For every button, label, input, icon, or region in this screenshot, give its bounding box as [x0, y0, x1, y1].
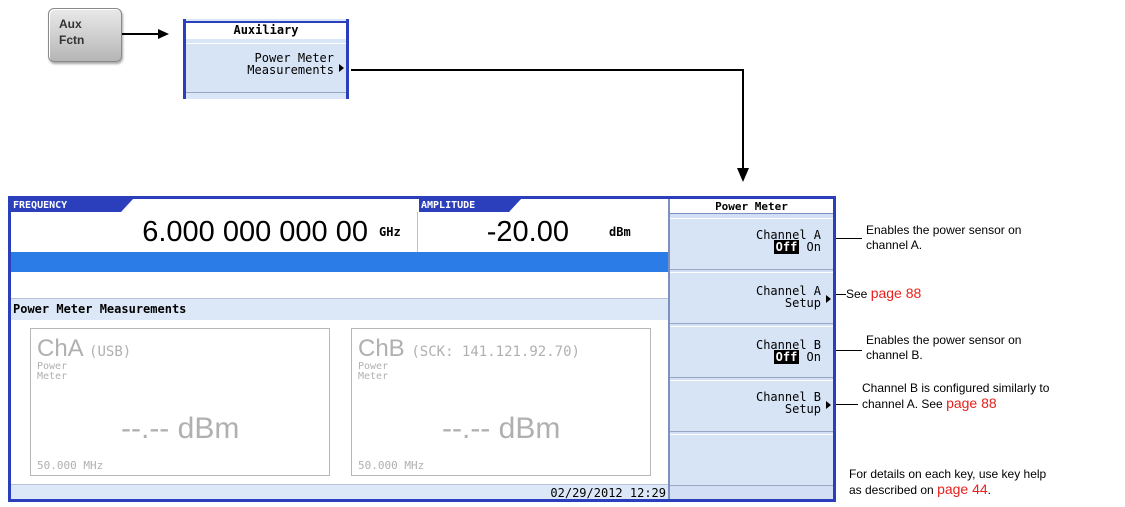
channel-b-connection: (SCK: 141.121.92.70) — [411, 344, 580, 360]
page-88-link[interactable]: page 88 — [871, 285, 922, 301]
frequency-label: FREQUENCY — [11, 199, 133, 212]
auxiliary-menu-title: Auxiliary — [186, 21, 346, 39]
instrument-screen: FREQUENCY AMPLITUDE 6.000 000 000 00 GHz… — [8, 196, 836, 502]
section-title: Power Meter Measurements — [11, 298, 668, 320]
note-text: channel A. See — [862, 397, 947, 411]
connector-line — [836, 350, 862, 351]
on-state: On — [806, 350, 821, 364]
amplitude-label: AMPLITUDE — [419, 199, 521, 212]
amplitude-unit: dBm — [609, 225, 631, 239]
divider — [417, 212, 418, 252]
connector-line — [742, 69, 744, 169]
note-text: . — [987, 483, 992, 497]
softkey-label-line2: Measurements — [247, 63, 334, 77]
note-line: channel B. — [866, 348, 923, 362]
channel-b-toggle-softkey[interactable]: Channel B Off On — [670, 326, 833, 378]
note-channel-a-setup: See page 88 — [846, 286, 921, 302]
channel-b-panel: ChB (SCK: 141.121.92.70) Power Meter --.… — [351, 328, 651, 476]
note-text: as described on — [849, 483, 938, 497]
note-line-2: channel A. See page 88 — [862, 396, 1049, 412]
note-channel-b: Enables the power sensor on channel B. — [866, 333, 1021, 363]
channel-b-heading: ChB (SCK: 141.121.92.70) — [358, 335, 580, 363]
frequency-unit: GHz — [379, 225, 401, 239]
note-channel-a: Enables the power sensor on channel A. — [866, 223, 1021, 253]
note-line: Enables the power sensor on — [866, 223, 1022, 237]
on-state: On — [806, 240, 821, 254]
channel-a-type: Power Meter — [37, 362, 67, 382]
channel-b-type-line2: Meter — [358, 371, 389, 382]
connector-line — [836, 404, 858, 405]
channel-a-frequency: 50.000 MHz — [37, 459, 104, 472]
submenu-arrow-icon — [339, 64, 344, 72]
annunciator-bar — [11, 252, 668, 272]
note-line: channel A. — [866, 238, 923, 252]
submenu-arrow-icon — [826, 295, 831, 303]
note-line-2: as described on page 44. — [849, 482, 1046, 498]
channel-a-name: ChA — [37, 335, 83, 362]
softkey-label: Setup — [784, 402, 821, 416]
off-state: Off — [773, 350, 800, 364]
arrowhead-down-icon — [737, 168, 749, 182]
note-key-help: For details on each key, use key help as… — [849, 467, 1046, 498]
status-bar: 02/29/2012 12:29 — [11, 484, 668, 500]
hardkey-label-line1: Aux — [59, 17, 82, 31]
page-44-link[interactable]: page 44 — [937, 481, 988, 497]
power-meter-measurements-softkey[interactable]: Power Meter Measurements — [186, 43, 346, 93]
note-line: Enables the power sensor on — [866, 333, 1022, 347]
channel-b-frequency: 50.000 MHz — [358, 459, 425, 472]
blank-softkey[interactable] — [670, 434, 833, 486]
channel-a-toggle-softkey[interactable]: Channel A Off On — [670, 218, 833, 270]
softkey-panel: Power Meter Channel A Off On Channel A S… — [668, 199, 833, 499]
softkey-label: Setup — [784, 296, 821, 310]
note-line: For details on each key, use key help — [849, 467, 1047, 481]
note-text: See — [846, 287, 871, 301]
off-state: Off — [773, 240, 800, 254]
channel-a-connection: (USB) — [89, 344, 132, 360]
aux-fctn-hardkey[interactable]: Aux Fctn — [48, 8, 122, 62]
note-channel-b-setup: Channel B is configured similarly to cha… — [862, 381, 1049, 412]
note-line: Channel B is configured similarly to — [862, 381, 1050, 395]
page-88-link[interactable]: page 88 — [946, 395, 997, 411]
connector-line — [836, 294, 846, 295]
submenu-arrow-icon — [826, 401, 831, 409]
channel-a-reading: --.-- dBm — [121, 412, 240, 445]
channel-a-heading: ChA (USB) — [37, 335, 131, 363]
channel-a-panel: ChA (USB) Power Meter --.-- dBm 50.000 M… — [30, 328, 330, 476]
channel-b-name: ChB — [358, 335, 405, 362]
amplitude-value[interactable]: -20.00 — [419, 212, 569, 252]
channel-b-type: Power Meter — [358, 362, 388, 382]
arrowhead-right-icon — [158, 29, 169, 39]
channel-a-type-line2: Meter — [37, 371, 68, 382]
softkey-menu-title: Power Meter — [670, 199, 833, 214]
frequency-value[interactable]: 6.000 000 000 00 — [11, 212, 416, 252]
channel-a-setup-softkey[interactable]: Channel A Setup — [670, 272, 833, 324]
auxiliary-menu: Auxiliary Power Meter Measurements — [183, 19, 349, 99]
connector-line — [351, 69, 744, 71]
channel-b-setup-softkey[interactable]: Channel B Setup — [670, 380, 833, 432]
hardkey-label-line2: Fctn — [59, 33, 85, 47]
connector-line — [122, 33, 160, 35]
datetime: 02/29/2012 12:29 — [550, 486, 666, 500]
channel-b-reading: --.-- dBm — [442, 412, 561, 445]
connector-line — [836, 238, 862, 239]
